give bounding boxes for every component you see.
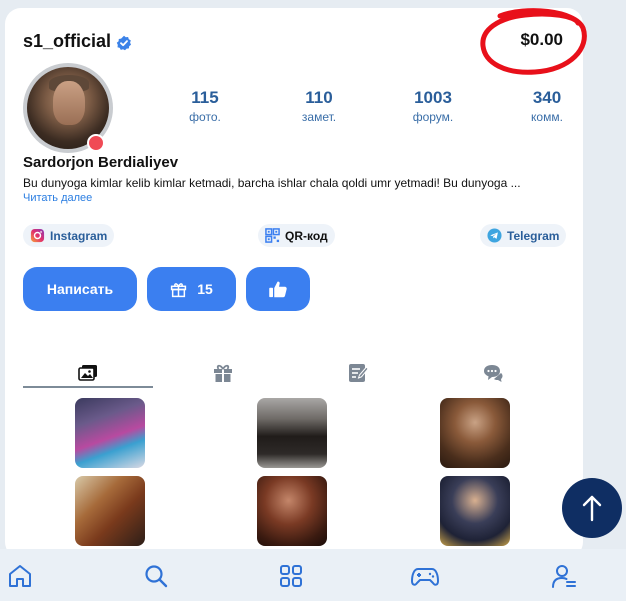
stat-value: 115 bbox=[191, 88, 219, 107]
home-icon[interactable] bbox=[7, 563, 33, 589]
stat-label: фото. bbox=[189, 110, 221, 124]
username-text: s1_official bbox=[23, 31, 112, 51]
gamepad-icon[interactable] bbox=[411, 563, 439, 589]
bio-text: Bu dunyoga kimlar kelib kimlar ketmadi, … bbox=[23, 176, 521, 190]
stat-forum[interactable]: 1003 форум. bbox=[393, 88, 473, 124]
profile-username: s1_official bbox=[23, 31, 132, 52]
instagram-icon bbox=[30, 228, 45, 243]
profile-stats: 115 фото. 110 замет. 1003 форум. 340 ком… bbox=[155, 88, 575, 124]
instagram-label: Instagram bbox=[50, 228, 108, 243]
profile-card: s1_official $0.00 115 фото. 110 замет. 1… bbox=[5, 8, 583, 558]
stat-value: 110 bbox=[305, 88, 333, 107]
photos-icon bbox=[78, 365, 97, 381]
read-more-link[interactable]: Читать далее bbox=[23, 192, 92, 204]
gift-icon bbox=[171, 282, 187, 297]
stat-label: комм. bbox=[531, 110, 563, 124]
gift-icon bbox=[214, 364, 232, 382]
photo-thumbnail[interactable] bbox=[257, 476, 327, 546]
instagram-link[interactable]: Instagram bbox=[23, 224, 115, 247]
bottom-navigation bbox=[0, 549, 626, 601]
profile-tabs bbox=[23, 362, 566, 390]
search-icon[interactable] bbox=[143, 563, 169, 589]
qr-code-icon bbox=[265, 228, 280, 243]
tab-comments[interactable] bbox=[428, 362, 558, 388]
scroll-to-top-button[interactable] bbox=[562, 478, 622, 538]
tab-gifts[interactable] bbox=[158, 362, 288, 388]
qr-code-label: QR-код bbox=[285, 228, 328, 243]
write-message-label: Написать bbox=[46, 281, 114, 297]
full-name: Sardorjon Berdialiyev bbox=[23, 154, 179, 171]
tab-photos[interactable] bbox=[23, 362, 153, 388]
profile-icon[interactable] bbox=[551, 563, 577, 589]
photo-thumbnail[interactable] bbox=[440, 476, 510, 546]
telegram-label: Telegram bbox=[507, 228, 560, 243]
stat-label: форум. bbox=[412, 110, 454, 124]
qr-code-link[interactable]: QR-код bbox=[258, 224, 335, 247]
tab-notes[interactable] bbox=[293, 362, 423, 388]
online-status-dot bbox=[87, 134, 105, 152]
photo-thumbnail[interactable] bbox=[75, 476, 145, 546]
apps-icon[interactable] bbox=[278, 563, 304, 589]
stat-label: замет. bbox=[301, 110, 337, 124]
verified-badge-icon bbox=[116, 35, 132, 51]
photo-thumbnail[interactable] bbox=[440, 398, 510, 468]
photo-thumbnail[interactable] bbox=[75, 398, 145, 468]
gifts-button[interactable]: 15 bbox=[147, 267, 236, 311]
telegram-icon bbox=[487, 228, 502, 243]
stat-photos[interactable]: 115 фото. bbox=[165, 88, 245, 124]
like-button[interactable] bbox=[246, 267, 310, 311]
stat-comments[interactable]: 340 комм. bbox=[507, 88, 583, 124]
comments-icon bbox=[484, 365, 503, 382]
stat-value: 340 bbox=[532, 88, 562, 107]
balance-value[interactable]: $0.00 bbox=[520, 30, 563, 50]
gifts-count: 15 bbox=[197, 281, 213, 297]
telegram-link[interactable]: Telegram bbox=[480, 224, 567, 247]
photo-thumbnail[interactable] bbox=[257, 398, 327, 468]
notes-icon bbox=[349, 364, 369, 382]
thumbs-up-icon bbox=[269, 281, 287, 298]
stat-value: 1003 bbox=[414, 88, 452, 107]
stat-notes[interactable]: 110 замет. bbox=[279, 88, 359, 124]
arrow-up-icon bbox=[582, 495, 602, 522]
write-message-button[interactable]: Написать bbox=[23, 267, 137, 311]
